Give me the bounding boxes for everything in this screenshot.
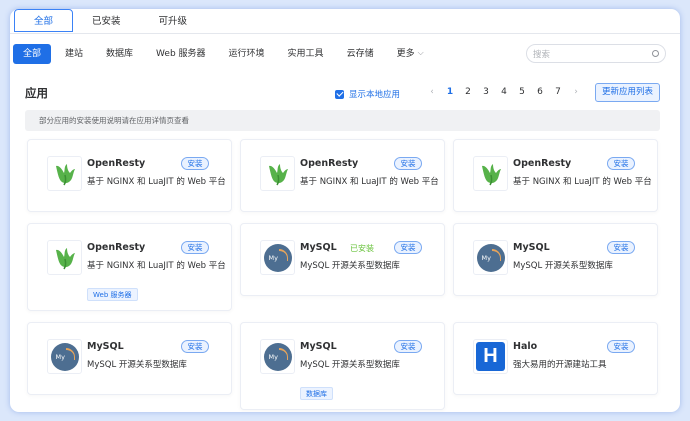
app-name: MySQL	[87, 341, 124, 352]
category-tools[interactable]: 实用工具	[279, 44, 333, 64]
category-bar: 全部 建站 数据库 Web 服务器 运行环境 实用工具 云存储 更多 ⌵	[13, 43, 438, 65]
category-web-server[interactable]: Web 服务器	[147, 44, 214, 64]
openresty-icon	[47, 240, 82, 275]
category-website[interactable]: 建站	[56, 44, 92, 64]
install-button[interactable]: 安装	[394, 157, 422, 170]
install-button[interactable]: 安装	[394, 241, 422, 254]
category-more-label: 更多	[396, 49, 415, 59]
page-3[interactable]: 3	[477, 87, 495, 97]
notice-banner: 部分应用的安装使用说明请在应用详情页查看	[25, 110, 660, 131]
openresty-icon	[260, 156, 295, 191]
app-description: 基于 NGINX 和 LuaJIT 的 Web 平台	[87, 177, 226, 187]
install-button[interactable]: 安装	[181, 157, 209, 170]
app-description: 强大易用的开源建站工具	[513, 360, 607, 370]
category-storage[interactable]: 云存储	[338, 44, 383, 64]
app-name: MySQL	[300, 242, 337, 253]
prev-page-icon[interactable]: ‹	[423, 87, 441, 97]
mysql-icon: My	[260, 240, 295, 275]
show-local-label: 显示本地应用	[349, 90, 401, 100]
category-all[interactable]: 全部	[13, 44, 52, 64]
app-card[interactable]: My MySQL 安装 MySQL 开源关系型数据库	[453, 223, 658, 296]
install-button[interactable]: 安装	[607, 241, 635, 254]
openresty-icon	[473, 156, 508, 191]
app-name: OpenResty	[513, 158, 572, 169]
app-card[interactable]: My MySQL 安装 MySQL 开源关系型数据库 数据库	[240, 322, 445, 410]
search-input[interactable]: 搜索	[526, 44, 666, 63]
tabs-divider	[10, 33, 680, 34]
app-description: MySQL 开源关系型数据库	[513, 261, 613, 271]
app-description: MySQL 开源关系型数据库	[300, 360, 400, 370]
app-description: MySQL 开源关系型数据库	[300, 261, 400, 271]
installed-status: 已安装	[350, 244, 374, 253]
mysql-icon: My	[47, 339, 82, 374]
install-button[interactable]: 安装	[181, 241, 209, 254]
app-card[interactable]: OpenResty 安装 基于 NGINX 和 LuaJIT 的 Web 平台	[240, 139, 445, 212]
tab-upgradable[interactable]: 可升级	[140, 9, 207, 32]
category-runtime[interactable]: 运行环境	[220, 44, 274, 64]
chevron-down-icon: ⌵	[417, 48, 424, 57]
app-card[interactable]: H Halo 安装 强大易用的开源建站工具	[453, 322, 658, 395]
app-description: 基于 NGINX 和 LuaJIT 的 Web 平台	[87, 261, 226, 271]
category-more[interactable]: 更多 ⌵	[388, 44, 433, 64]
mysql-icon: My	[260, 339, 295, 374]
openresty-icon	[47, 156, 82, 191]
install-button[interactable]: 安装	[607, 157, 635, 170]
app-card[interactable]: My MySQL 已安装 安装 MySQL 开源关系型数据库	[240, 223, 445, 296]
page-1[interactable]: 1	[441, 87, 459, 97]
app-description: MySQL 开源关系型数据库	[87, 360, 187, 370]
next-page-icon[interactable]: ›	[567, 87, 585, 97]
app-card[interactable]: OpenResty 安装 基于 NGINX 和 LuaJIT 的 Web 平台 …	[27, 223, 232, 311]
category-database[interactable]: 数据库	[97, 44, 142, 64]
page-6[interactable]: 6	[531, 87, 549, 97]
category-tag[interactable]: Web 服务器	[87, 288, 138, 301]
mysql-icon: My	[473, 240, 508, 275]
page-5[interactable]: 5	[513, 87, 531, 97]
app-description: 基于 NGINX 和 LuaJIT 的 Web 平台	[300, 177, 439, 187]
install-button[interactable]: 安装	[181, 340, 209, 353]
install-button[interactable]: 安装	[394, 340, 422, 353]
halo-icon: H	[473, 339, 508, 374]
search-placeholder: 搜索	[533, 49, 551, 60]
top-tabs: 全部 已安装 可升级	[10, 9, 680, 34]
install-button[interactable]: 安装	[607, 340, 635, 353]
pagination: ‹ 1 2 3 4 5 6 7 ›	[423, 87, 585, 97]
page-7[interactable]: 7	[549, 87, 567, 97]
category-tag[interactable]: 数据库	[300, 387, 333, 400]
checkbox-icon[interactable]	[335, 89, 344, 99]
app-card[interactable]: My MySQL 安装 MySQL 开源关系型数据库	[27, 322, 232, 395]
app-description: 基于 NGINX 和 LuaJIT 的 Web 平台	[513, 177, 652, 187]
page-title: 应用	[25, 86, 48, 100]
page-2[interactable]: 2	[459, 87, 477, 97]
app-name: MySQL	[513, 242, 550, 253]
app-name: OpenResty	[300, 158, 359, 169]
tab-installed[interactable]: 已安装	[73, 9, 140, 32]
app-card[interactable]: OpenResty 安装 基于 NGINX 和 LuaJIT 的 Web 平台	[27, 139, 232, 212]
refresh-app-list-button[interactable]: 更新应用列表	[595, 83, 660, 102]
app-name: MySQL	[300, 341, 337, 352]
page-4[interactable]: 4	[495, 87, 513, 97]
app-name: OpenResty	[87, 242, 146, 253]
search-icon[interactable]	[652, 50, 659, 57]
app-name: OpenResty	[87, 158, 146, 169]
show-local-apps-checkbox[interactable]: 显示本地应用	[335, 88, 400, 100]
tab-all[interactable]: 全部	[14, 9, 74, 32]
app-store-window: 全部 已安装 可升级 全部 建站 数据库 Web 服务器 运行环境 实用工具 云…	[10, 9, 680, 412]
app-name: Halo	[513, 341, 538, 352]
app-card[interactable]: OpenResty 安装 基于 NGINX 和 LuaJIT 的 Web 平台	[453, 139, 658, 212]
